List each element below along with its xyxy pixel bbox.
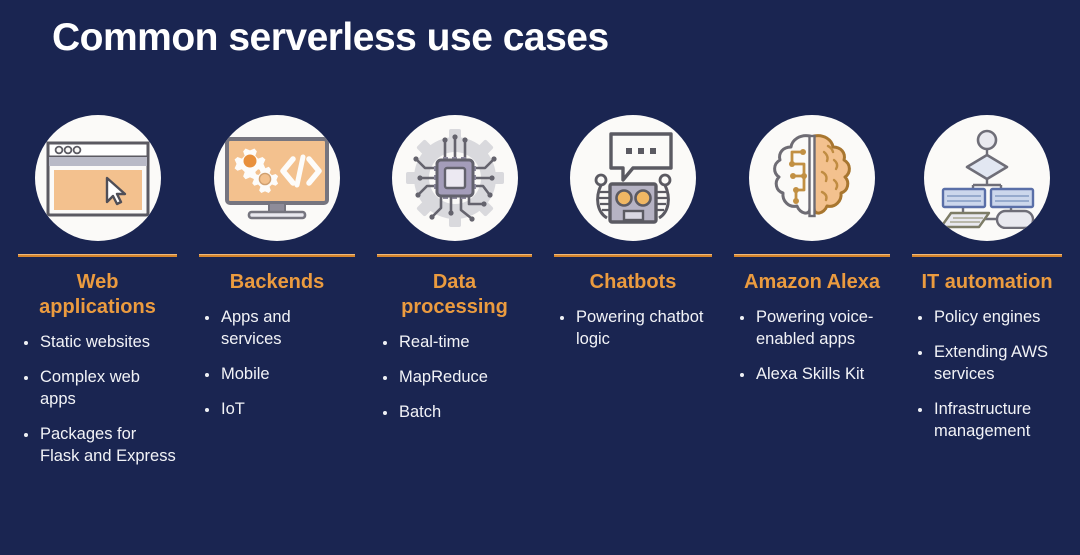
list-item: IoT xyxy=(199,399,355,421)
column-heading: Amazon Alexa xyxy=(744,271,880,293)
use-case-column-backends: Backends Apps and services Mobile IoT xyxy=(181,112,359,481)
monitor-gears-code-icon xyxy=(214,115,340,241)
list-item: Mobile xyxy=(199,364,355,386)
list-item: Policy engines xyxy=(912,307,1062,329)
use-case-column-chatbots: Chatbots Powering chatbot logic xyxy=(536,112,716,481)
list-item: Extending AWS services xyxy=(912,342,1062,386)
column-divider xyxy=(199,254,355,257)
list-item: Real-time xyxy=(377,332,532,354)
bullet-list: Powering chatbot logic xyxy=(554,307,712,351)
list-item: Powering chatbot logic xyxy=(554,307,712,351)
column-divider xyxy=(18,254,177,257)
column-divider xyxy=(734,254,890,257)
list-item: Powering voice-enabled apps xyxy=(734,307,890,351)
column-divider xyxy=(912,254,1062,257)
use-case-column-amazon-alexa: Amazon Alexa Powering voice-enabled apps… xyxy=(716,112,894,481)
icon-container xyxy=(199,112,355,244)
bullet-list: Real-time MapReduce Batch xyxy=(377,332,532,424)
use-case-column-it-automation: IT automation Policy engines Extending A… xyxy=(894,112,1080,481)
column-heading: IT automation xyxy=(921,271,1053,293)
column-heading: Backends xyxy=(229,271,325,293)
list-item: MapReduce xyxy=(377,367,532,389)
column-heading: Data processing xyxy=(401,271,508,319)
list-item: Static websites xyxy=(18,332,177,354)
icon-container xyxy=(18,112,177,244)
icon-container xyxy=(734,112,890,244)
use-case-column-data-processing: Data processing Real-time MapReduce Batc… xyxy=(359,112,536,481)
cpu-chip-gear-icon xyxy=(391,115,518,241)
brain-circuit-icon xyxy=(749,115,875,241)
bullet-list: Apps and services Mobile IoT xyxy=(199,307,355,421)
list-item: Apps and services xyxy=(199,307,355,351)
list-item: Packages for Flask and Express xyxy=(18,424,177,468)
flowchart-automation-icon xyxy=(924,115,1050,241)
list-item: Batch xyxy=(377,402,532,424)
bullet-list: Static websites Complex web apps Package… xyxy=(18,332,177,468)
chatbot-robot-icon xyxy=(570,115,696,241)
column-divider xyxy=(377,254,532,257)
column-heading: Chatbots xyxy=(589,271,677,293)
use-case-column-web-applications: Web applications Static websites Complex… xyxy=(0,112,181,481)
bullet-list: Policy engines Extending AWS services In… xyxy=(912,307,1062,443)
icon-container xyxy=(377,112,532,244)
list-item: Alexa Skills Kit xyxy=(734,364,890,386)
page-title: Common serverless use cases xyxy=(52,16,609,59)
list-item: Complex web apps xyxy=(18,367,177,411)
icon-container xyxy=(912,112,1062,244)
use-case-columns: Web applications Static websites Complex… xyxy=(0,112,1080,481)
browser-window-cursor-icon xyxy=(34,115,161,241)
list-item: Infrastructure management xyxy=(912,399,1062,443)
column-divider xyxy=(554,254,712,257)
slide-root: Common serverless use cases Web applicat… xyxy=(0,0,1080,555)
icon-container xyxy=(554,112,712,244)
bullet-list: Powering voice-enabled apps Alexa Skills… xyxy=(734,307,890,386)
column-heading: Web applications xyxy=(39,271,156,319)
